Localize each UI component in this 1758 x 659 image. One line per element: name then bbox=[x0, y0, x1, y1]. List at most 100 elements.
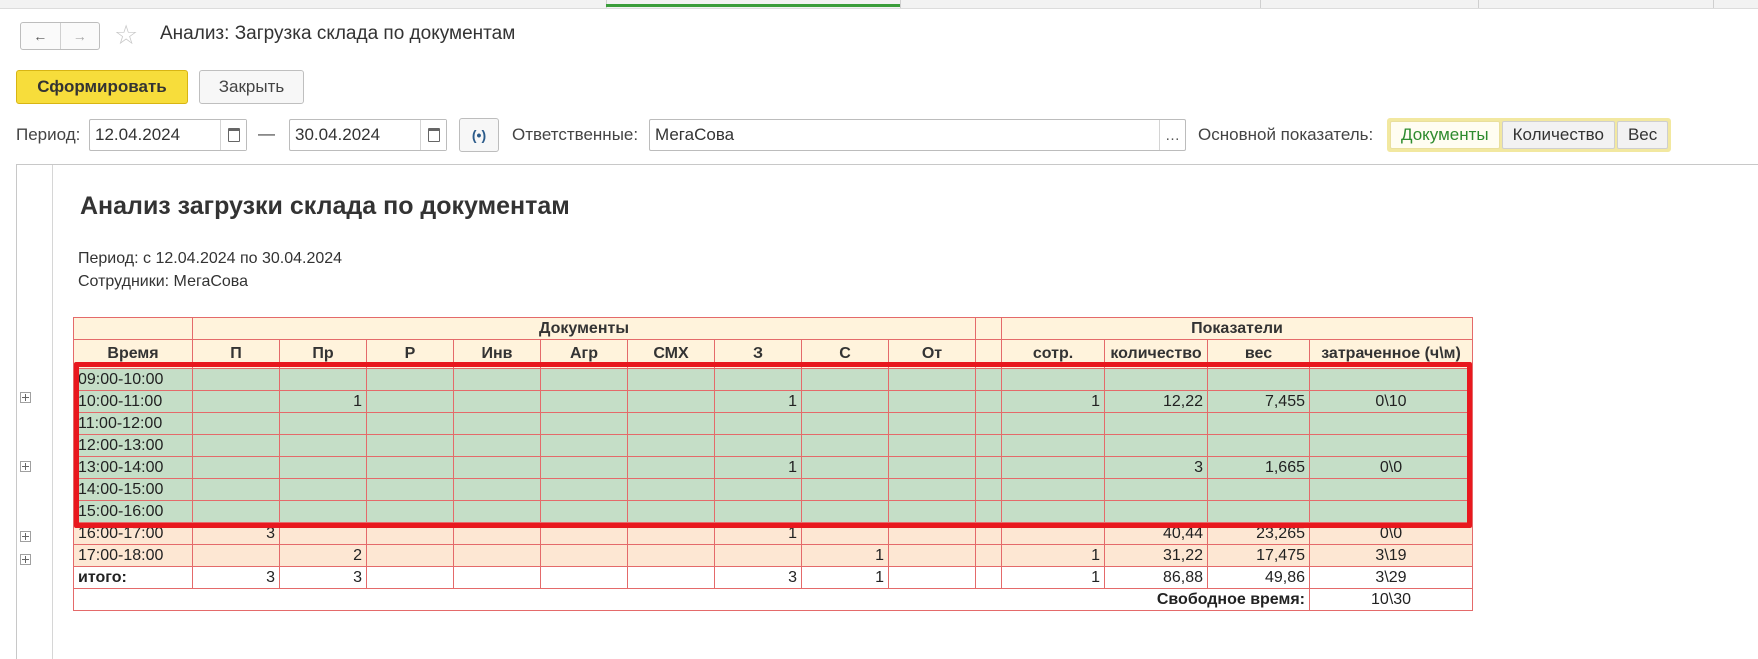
metric-cell: 12,22 bbox=[1104, 390, 1208, 413]
doc-count-cell bbox=[453, 522, 541, 545]
arrow-right-icon: → bbox=[72, 28, 87, 44]
doc-count-cell bbox=[192, 434, 280, 457]
doc-count-cell bbox=[453, 412, 541, 435]
calendar-icon bbox=[427, 128, 440, 142]
metric-cell bbox=[1309, 478, 1473, 501]
date-from-calendar-button[interactable] bbox=[220, 120, 246, 150]
spacer-cell bbox=[975, 390, 1002, 413]
expand-row-button[interactable] bbox=[20, 554, 31, 565]
doc-count-cell bbox=[801, 522, 889, 545]
doc-count-cell bbox=[627, 522, 715, 545]
spacer-cell bbox=[975, 368, 1002, 391]
window-title: Анализ: Загрузка склада по документам bbox=[160, 23, 516, 44]
expand-row-button[interactable] bbox=[20, 531, 31, 542]
free-time-value: 10\30 bbox=[1309, 588, 1473, 611]
metric-cell: 86,88 bbox=[1104, 566, 1208, 589]
doc-count-cell bbox=[192, 412, 280, 435]
doc-count-cell: 1 bbox=[714, 390, 802, 413]
forward-button[interactable]: → bbox=[59, 23, 100, 49]
metric-cell: 1 bbox=[1001, 544, 1105, 567]
doc-count-cell bbox=[627, 412, 715, 435]
doc-count-cell bbox=[801, 390, 889, 413]
tab-separator bbox=[900, 0, 901, 8]
tab-separator bbox=[1260, 0, 1261, 8]
time-cell: 15:00-16:00 bbox=[73, 500, 193, 523]
header-doc-column: С bbox=[801, 339, 889, 369]
doc-count-cell: 3 bbox=[714, 566, 802, 589]
doc-count-cell bbox=[627, 456, 715, 479]
header-group-metrics: Показатели bbox=[1001, 317, 1473, 340]
time-cell: 13:00-14:00 bbox=[73, 456, 193, 479]
date-to-calendar-button[interactable] bbox=[420, 120, 446, 150]
indicator-option-documents[interactable]: Документы bbox=[1390, 121, 1500, 149]
doc-count-cell bbox=[888, 566, 976, 589]
doc-count-cell bbox=[192, 478, 280, 501]
table-row[interactable]: 10:00-11:00 1 1 1 12,22 7,455 0\10 bbox=[73, 390, 1473, 413]
doc-count-cell bbox=[279, 522, 367, 545]
doc-count-cell bbox=[888, 522, 976, 545]
doc-count-cell: 1 bbox=[801, 566, 889, 589]
metric-cell bbox=[1104, 478, 1208, 501]
favorite-star-icon[interactable]: ☆ bbox=[114, 21, 138, 49]
period-label: Период: bbox=[16, 125, 81, 144]
doc-count-cell bbox=[888, 544, 976, 567]
metric-cell bbox=[1001, 522, 1105, 545]
doc-count-cell: 3 bbox=[192, 522, 280, 545]
header-doc-column: СМХ bbox=[627, 339, 715, 369]
indicator-option-weight[interactable]: Вес bbox=[1616, 121, 1669, 149]
close-button[interactable]: Закрыть bbox=[199, 70, 304, 104]
spacer-cell bbox=[975, 566, 1002, 589]
link-period-button[interactable]: (•) bbox=[459, 118, 499, 152]
history-nav-group: ← → bbox=[20, 22, 100, 50]
header-time: Время bbox=[73, 339, 193, 369]
expand-row-button[interactable] bbox=[20, 392, 31, 403]
metric-cell: 1,665 bbox=[1207, 456, 1310, 479]
metric-cell: 3\29 bbox=[1309, 566, 1473, 589]
table-row[interactable]: 12:00-13:00 bbox=[73, 434, 1473, 457]
time-cell: 09:00-10:00 bbox=[73, 368, 193, 391]
table-row[interactable]: 15:00-16:00 bbox=[73, 500, 1473, 523]
table-row[interactable]: 13:00-14:00 1 3 1,665 0\0 bbox=[73, 456, 1473, 479]
back-button[interactable]: ← bbox=[21, 23, 60, 49]
report-gutter-divider bbox=[52, 165, 53, 659]
doc-count-cell bbox=[888, 368, 976, 391]
doc-count-cell bbox=[366, 456, 454, 479]
metric-cell bbox=[1309, 412, 1473, 435]
metric-cell: 40,44 bbox=[1104, 522, 1208, 545]
responsible-select-button[interactable]: … bbox=[1159, 120, 1185, 150]
table-row[interactable]: 14:00-15:00 bbox=[73, 478, 1473, 501]
indicator-switch: Документы Количество Вес bbox=[1387, 118, 1672, 152]
responsible-field[interactable]: МегаСова bbox=[649, 119, 1186, 151]
expand-row-button[interactable] bbox=[20, 461, 31, 472]
table-row[interactable]: 17:00-18:00 2 1 1 31,22 17,475 3\19 bbox=[73, 544, 1473, 567]
metric-cell: 0\10 bbox=[1309, 390, 1473, 413]
spacer-cell bbox=[975, 478, 1002, 501]
doc-count-cell bbox=[366, 478, 454, 501]
doc-count-cell bbox=[366, 500, 454, 523]
doc-count-cell bbox=[453, 544, 541, 567]
time-cell: 12:00-13:00 bbox=[73, 434, 193, 457]
doc-count-cell bbox=[540, 544, 628, 567]
doc-count-cell bbox=[453, 566, 541, 589]
header-row-columns: Время П Пр Р Инв Агр СМХ З С От сотр. количество вес… bbox=[73, 339, 1473, 369]
doc-count-cell: 3 bbox=[279, 566, 367, 589]
doc-count-cell bbox=[888, 434, 976, 457]
total-row[interactable]: итого: 3 3 3 1 1 86,88 49,86 3\29 bbox=[73, 566, 1473, 589]
doc-count-cell bbox=[540, 390, 628, 413]
doc-count-cell bbox=[627, 390, 715, 413]
tab-separator bbox=[1478, 0, 1479, 8]
table-row[interactable]: 11:00-12:00 bbox=[73, 412, 1473, 435]
table-row[interactable]: 16:00-17:00 3 1 40,44 23,265 0\0 bbox=[73, 522, 1473, 545]
table-row[interactable]: 09:00-10:00 bbox=[73, 368, 1473, 391]
doc-count-cell bbox=[888, 390, 976, 413]
metric-cell: 23,265 bbox=[1207, 522, 1310, 545]
doc-count-cell: 3 bbox=[192, 566, 280, 589]
header-metric-column: количество bbox=[1104, 339, 1208, 369]
responsible-label: Ответственные: bbox=[512, 125, 639, 144]
metric-cell bbox=[1207, 500, 1310, 523]
metric-cell bbox=[1207, 412, 1310, 435]
doc-count-cell bbox=[540, 522, 628, 545]
generate-button[interactable]: Сформировать bbox=[16, 70, 188, 104]
time-cell: 17:00-18:00 bbox=[73, 544, 193, 567]
indicator-option-quantity[interactable]: Количество bbox=[1501, 121, 1615, 149]
